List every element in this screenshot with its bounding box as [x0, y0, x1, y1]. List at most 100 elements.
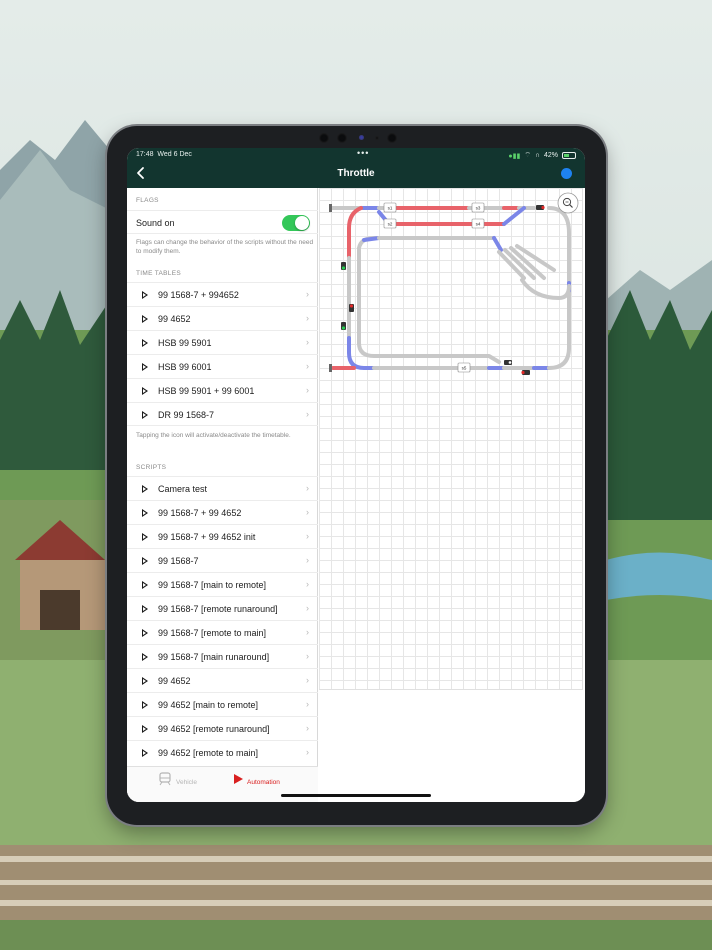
chevron-right-icon: › [306, 579, 309, 589]
chevron-right-icon: › [306, 627, 309, 637]
chevron-right-icon: › [306, 289, 309, 299]
chevron-right-icon: › [306, 483, 309, 493]
chevron-right-icon: › [306, 723, 309, 733]
app-screen: 17:48 Wed 6 Dec ••• ●▮▮ ⌔ ∩ 42% Throttle… [127, 148, 585, 802]
script-item[interactable]: 99 4652 [main to remote] › [127, 692, 318, 716]
signal-icon[interactable] [341, 322, 346, 330]
block-label[interactable]: s3 [476, 206, 481, 211]
home-indicator[interactable] [281, 794, 431, 797]
signal-icon[interactable] [504, 360, 512, 365]
script-item[interactable]: 99 1568-7 [remote to main] › [127, 620, 318, 644]
chevron-right-icon: › [306, 337, 309, 347]
script-item[interactable]: 99 1568-7 [main runaround] › [127, 644, 318, 668]
play-icon[interactable] [142, 485, 148, 493]
buffer-stop-icon [329, 204, 332, 212]
play-icon[interactable] [142, 315, 148, 323]
camera-icon [387, 133, 397, 143]
script-item[interactable]: 99 4652 [remote to main] › [127, 740, 318, 764]
chevron-right-icon: › [306, 747, 309, 757]
chevron-right-icon: › [306, 313, 309, 323]
train-icon [159, 772, 171, 786]
status-right: ●▮▮ ⌔ ∩ 42% [508, 151, 576, 160]
block-label[interactable]: s4 [476, 222, 481, 227]
play-icon[interactable] [142, 725, 148, 733]
play-icon[interactable] [142, 363, 148, 371]
play-icon[interactable] [142, 629, 148, 637]
signal-icon[interactable] [536, 205, 545, 210]
automation-play-icon [234, 774, 243, 784]
play-icon[interactable] [142, 387, 148, 395]
play-icon[interactable] [142, 653, 148, 661]
flags-section-header: FLAGS [136, 197, 159, 204]
chevron-right-icon: › [306, 555, 309, 565]
signal-icon[interactable] [341, 262, 346, 270]
sensor-icon [359, 135, 364, 140]
play-icon[interactable] [142, 677, 148, 685]
timetables-note: Tapping the icon will activate/deactivat… [136, 432, 291, 439]
battery-icon [562, 152, 576, 159]
script-item[interactable]: Camera test › [127, 476, 318, 500]
script-item[interactable]: 99 4652 [remote runaround] › [127, 716, 318, 740]
chevron-right-icon: › [306, 603, 309, 613]
camera-bar [317, 132, 397, 144]
timetable-item[interactable]: 99 4652 › [127, 306, 318, 330]
chevron-right-icon: › [306, 361, 309, 371]
script-item[interactable]: 99 1568-7 [remote runaround] › [127, 596, 318, 620]
navigation-header: 17:48 Wed 6 Dec ••• ●▮▮ ⌔ ∩ 42% Throttle [127, 148, 585, 188]
timetables-section-header: TIME TABLES [136, 270, 181, 277]
status-bar: 17:48 Wed 6 Dec ••• ●▮▮ ⌔ ∩ 42% [136, 148, 576, 163]
multitask-dots-icon[interactable]: ••• [357, 148, 369, 158]
timetable-item[interactable]: HSB 99 5901 › [127, 330, 318, 354]
play-icon[interactable] [142, 557, 148, 565]
timetable-item[interactable]: 99 1568-7 + 994652 › [127, 282, 318, 306]
scripts-section-header: SCRIPTS [136, 464, 167, 471]
play-icon[interactable] [142, 411, 148, 419]
signal-icon[interactable] [521, 370, 530, 375]
play-icon[interactable] [142, 605, 148, 613]
block-label[interactable]: s5 [462, 366, 467, 371]
play-icon[interactable] [142, 533, 148, 541]
battery-percent: 42% [543, 152, 558, 159]
status-time: 17:48 Wed 6 Dec [136, 151, 192, 158]
chevron-right-icon: › [306, 651, 309, 661]
camera-icon [337, 133, 347, 143]
chevron-right-icon: › [306, 699, 309, 709]
sound-on-row[interactable]: Sound on [127, 210, 318, 234]
flags-note: Flags can change the behavior of the scr… [136, 239, 314, 255]
chevron-right-icon: › [306, 385, 309, 395]
script-item[interactable]: 99 4652 › [127, 668, 318, 692]
chevron-right-icon: › [306, 409, 309, 419]
tablet-device: 17:48 Wed 6 Dec ••• ●▮▮ ⌔ ∩ 42% Throttle… [107, 126, 606, 825]
signal-icon[interactable] [349, 304, 354, 312]
automation-panel: FLAGS Sound on Flags can change the beha… [127, 188, 318, 802]
zoom-icon[interactable] [557, 192, 579, 214]
script-item[interactable]: 99 1568-7 + 99 4652 init › [127, 524, 318, 548]
chevron-right-icon: › [306, 675, 309, 685]
play-icon[interactable] [142, 701, 148, 709]
page-title: Throttle [337, 168, 375, 179]
script-item[interactable]: 99 1568-7 › [127, 548, 318, 572]
track-layout[interactable]: s1 s2 s3 s4 s5 [319, 188, 585, 388]
timetable-item[interactable]: HSB 99 5901 + 99 6001 › [127, 378, 318, 402]
camera-icon [319, 133, 329, 143]
sound-on-toggle[interactable] [282, 215, 310, 231]
block-label[interactable]: s2 [388, 222, 393, 227]
block-label[interactable]: s1 [388, 206, 393, 211]
play-icon[interactable] [142, 581, 148, 589]
chevron-right-icon: › [306, 531, 309, 541]
tab-automation-label: Automation [247, 779, 280, 786]
script-item[interactable]: 99 1568-7 [main to remote] › [127, 572, 318, 596]
layout-map[interactable]: s1 s2 s3 s4 s5 [319, 188, 585, 802]
sensor-icon [375, 136, 379, 140]
play-icon[interactable] [142, 509, 148, 517]
signal-icon: ●▮▮ [508, 152, 521, 160]
script-item[interactable]: 99 1568-7 + 99 4652 › [127, 500, 318, 524]
chevron-right-icon: › [306, 507, 309, 517]
play-icon[interactable] [142, 291, 148, 299]
tab-vehicle-label: Vehicle [176, 779, 197, 786]
timetable-item[interactable]: DR 99 1568-7 › [127, 402, 318, 426]
play-icon[interactable] [142, 749, 148, 757]
play-icon[interactable] [142, 339, 148, 347]
status-indicator-button[interactable] [561, 168, 572, 179]
timetable-item[interactable]: HSB 99 6001 › [127, 354, 318, 378]
